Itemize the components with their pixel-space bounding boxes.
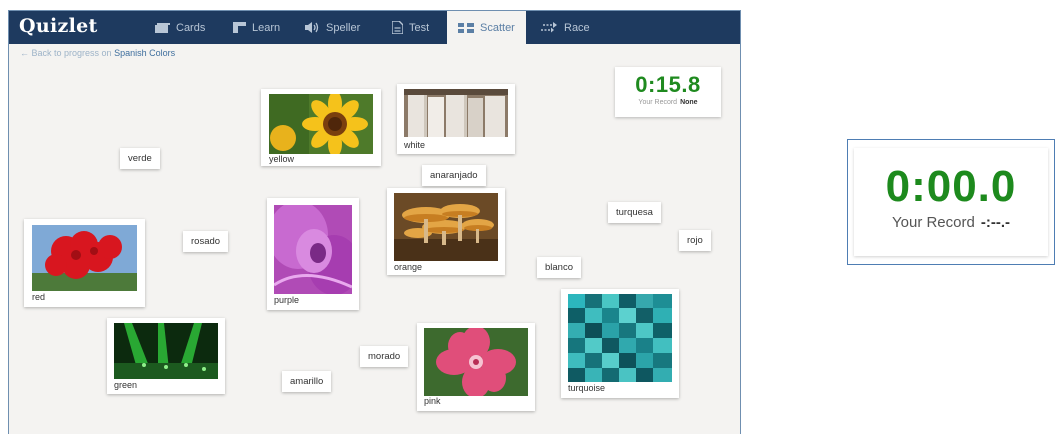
green-stage-image: [114, 323, 218, 379]
image-card-caption: turquoise: [568, 383, 606, 393]
word-card-verde[interactable]: verde: [120, 148, 160, 169]
top-nav-bar: Quizlet Cards Learn Speller Test Scatter…: [9, 11, 740, 44]
pink-flower-image: [424, 328, 528, 396]
tab-label: Scatter: [480, 21, 515, 34]
word-card-morado[interactable]: morado: [360, 346, 409, 367]
image-card-turquoise[interactable]: turquoise: [561, 289, 679, 398]
image-card-pink[interactable]: pink: [417, 323, 535, 411]
zoomed-timer: 0:00.0 Your Record -:--.-: [854, 148, 1048, 256]
image-card-caption: yellow: [269, 154, 295, 164]
word-card-blanco[interactable]: blanco: [537, 257, 581, 278]
breadcrumb[interactable]: ← Back to progress on Spanish Colors: [20, 48, 175, 58]
zoomed-record-label: Your Record: [892, 214, 975, 231]
image-card-green[interactable]: green: [107, 318, 225, 394]
tab-cards[interactable]: Cards: [155, 11, 205, 44]
record-line: Your Record None: [615, 99, 721, 106]
zoomed-record-value: -:--.-: [980, 214, 1010, 231]
turquoise-collage-image: [568, 294, 672, 382]
word-card-rojo[interactable]: rojo: [679, 230, 711, 251]
word-card-anaranjado[interactable]: anaranjado: [422, 165, 486, 186]
record-label: Your Record: [638, 99, 678, 106]
tab-label: Test: [409, 21, 430, 34]
tab-race[interactable]: Race: [541, 11, 590, 44]
tab-scatter[interactable]: Scatter: [447, 11, 526, 44]
image-card-yellow[interactable]: yellow: [261, 89, 381, 166]
tab-speller[interactable]: Speller: [305, 11, 360, 44]
tab-label: Learn: [252, 21, 281, 34]
purple-flower-image: [274, 205, 352, 294]
cards-icon: [155, 22, 170, 33]
image-card-caption: green: [114, 380, 138, 390]
tab-learn[interactable]: Learn: [233, 11, 280, 44]
image-card-caption: purple: [274, 295, 300, 305]
mushroom-image: [394, 193, 498, 261]
quizlet-logo[interactable]: Quizlet: [19, 15, 98, 37]
tab-label: Speller: [326, 21, 361, 34]
word-card-rosado[interactable]: rosado: [183, 231, 229, 252]
tab-label: Cards: [176, 21, 206, 34]
game-timer: 0:15.8 Your Record None: [615, 67, 721, 117]
image-card-caption: red: [32, 292, 46, 302]
zoomed-record-line: Your Record -:--.-: [854, 214, 1048, 231]
tab-test[interactable]: Test: [392, 11, 429, 44]
speaker-icon: [305, 22, 319, 33]
elapsed-time: 0:15.8: [635, 72, 701, 97]
zoomed-elapsed-time: 0:00.0: [885, 162, 1017, 211]
white-clothes-image: [404, 89, 508, 137]
word-card-turquesa[interactable]: turquesa: [608, 202, 661, 223]
zoomed-timer-panel: 0:00.0 Your Record -:--.-: [847, 139, 1055, 265]
image-card-caption: white: [404, 140, 426, 150]
breadcrumb-prefix[interactable]: ← Back to progress on: [20, 48, 112, 58]
tab-label: Race: [564, 21, 590, 34]
sunflower-image: [269, 94, 373, 154]
image-card-orange[interactable]: orange: [387, 188, 505, 275]
race-icon: [541, 22, 557, 33]
breadcrumb-deck-link[interactable]: Spanish Colors: [114, 48, 175, 58]
word-card-amarillo[interactable]: amarillo: [282, 371, 332, 392]
scatter-icon: [458, 22, 474, 33]
red-flower-image: [32, 225, 137, 291]
image-card-caption: orange: [394, 262, 423, 272]
image-card-purple[interactable]: purple: [267, 198, 359, 310]
image-card-red[interactable]: red: [24, 219, 145, 307]
image-card-caption: pink: [424, 396, 441, 406]
image-card-white[interactable]: white: [397, 84, 515, 154]
learn-icon: [233, 22, 246, 33]
test-icon: [392, 21, 403, 34]
record-value: None: [680, 99, 698, 106]
